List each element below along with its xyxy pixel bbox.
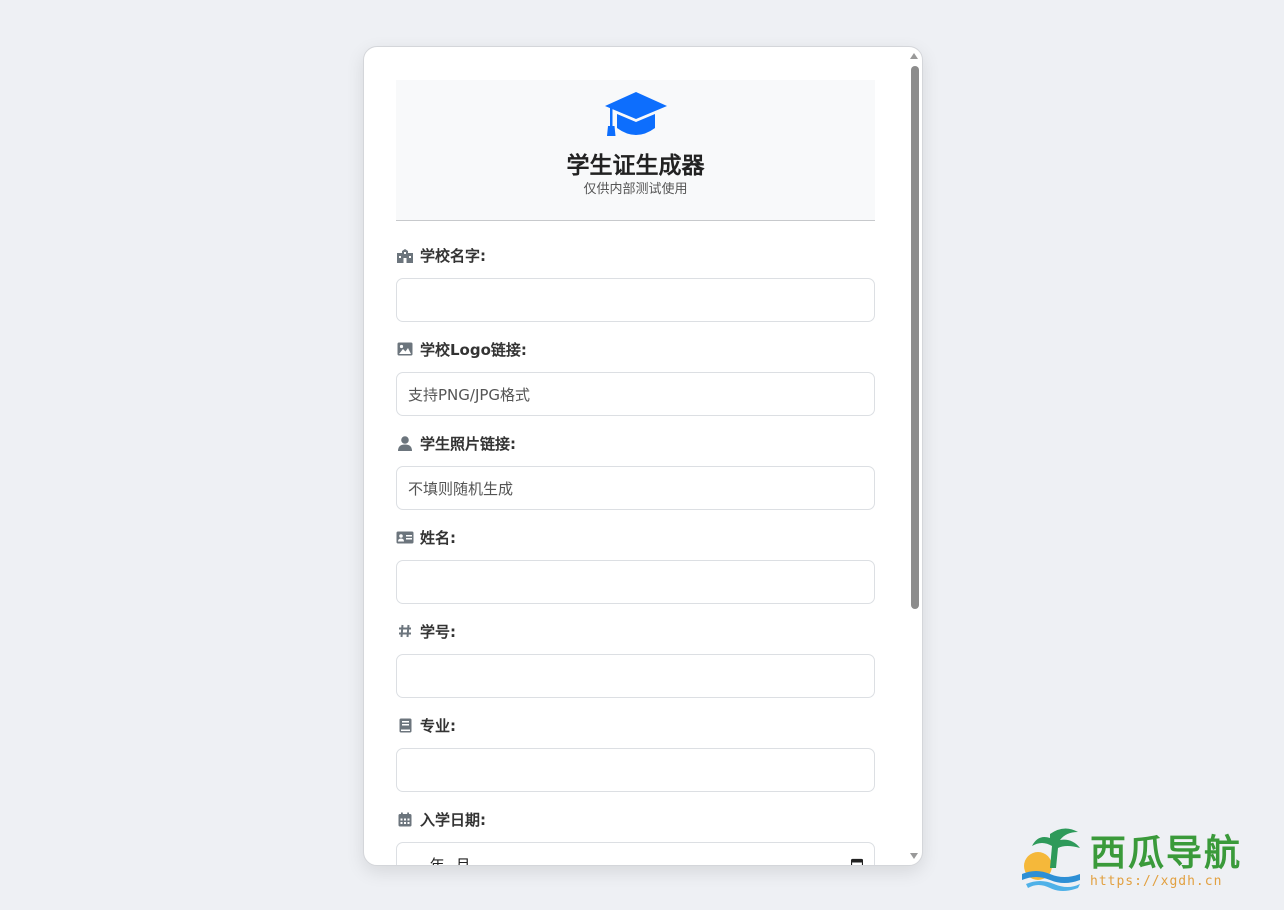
book-icon: [396, 717, 414, 733]
page-subtitle: 仅供内部测试使用: [583, 182, 688, 197]
school-logo-label: 学校Logo链接:: [396, 339, 875, 359]
watermark: 西瓜导航 https://xgdh.cn: [1020, 824, 1265, 894]
school-name-input[interactable]: [396, 278, 875, 322]
scroll-up-arrow-icon[interactable]: [910, 53, 918, 59]
student-name-group: 姓名:: [396, 527, 875, 604]
id-card-icon: [396, 529, 414, 545]
student-photo-input[interactable]: 不填则随机生成: [396, 466, 875, 510]
student-name-label: 姓名:: [396, 527, 875, 547]
graduation-cap-icon: [605, 92, 667, 136]
school-logo-placeholder: 支持PNG/JPG格式: [408, 385, 531, 404]
student-photo-label-text: 学生照片链接:: [420, 434, 516, 453]
student-id-input[interactable]: [396, 654, 875, 698]
scrollbar[interactable]: [906, 47, 922, 865]
user-icon: [396, 435, 414, 451]
watermark-title: 西瓜导航: [1090, 832, 1243, 874]
generator-card: 学生证生成器 仅供内部测试使用 学校名字: 学校Logo链接: 支持PNG/JP…: [363, 46, 923, 866]
enrollment-date-label-text: 入学日期:: [420, 810, 486, 829]
student-id-label-text: 学号:: [420, 622, 456, 641]
watermark-url: https://xgdh.cn: [1090, 874, 1223, 889]
major-label: 专业:: [396, 715, 875, 735]
student-id-label: 学号:: [396, 621, 875, 641]
student-photo-placeholder: 不填则随机生成: [408, 479, 514, 498]
major-input[interactable]: [396, 748, 875, 792]
school-icon: [396, 247, 414, 263]
enrollment-date-value: ----年--月: [408, 855, 471, 866]
student-photo-label: 学生照片链接:: [396, 433, 875, 453]
page-title: 学生证生成器: [566, 153, 705, 179]
school-logo-label-text: 学校Logo链接:: [420, 340, 527, 359]
student-photo-group: 学生照片链接: 不填则随机生成: [396, 433, 875, 510]
enrollment-date-label: 入学日期:: [396, 809, 875, 829]
school-name-label: 学校名字:: [396, 245, 875, 265]
school-logo-group: 学校Logo链接: 支持PNG/JPG格式: [396, 339, 875, 416]
student-name-input[interactable]: [396, 560, 875, 604]
calendar-icon: [396, 811, 414, 827]
school-logo-input[interactable]: 支持PNG/JPG格式: [396, 372, 875, 416]
image-icon: [396, 341, 414, 357]
school-name-group: 学校名字:: [396, 245, 875, 322]
watermark-logo-icon: [1022, 828, 1080, 891]
hash-icon: [396, 623, 414, 639]
major-label-text: 专业:: [420, 716, 456, 735]
scroll-down-arrow-icon[interactable]: [910, 853, 918, 859]
school-name-label-text: 学校名字:: [420, 246, 486, 265]
student-id-group: 学号:: [396, 621, 875, 698]
enrollment-date-group: 入学日期: ----年--月: [396, 809, 875, 866]
student-name-label-text: 姓名:: [420, 528, 456, 547]
major-group: 专业:: [396, 715, 875, 792]
scrollbar-thumb[interactable]: [911, 66, 919, 609]
date-picker-icon[interactable]: [851, 858, 863, 866]
card-header: 学生证生成器 仅供内部测试使用: [396, 80, 875, 221]
enrollment-date-input[interactable]: ----年--月: [396, 842, 875, 866]
